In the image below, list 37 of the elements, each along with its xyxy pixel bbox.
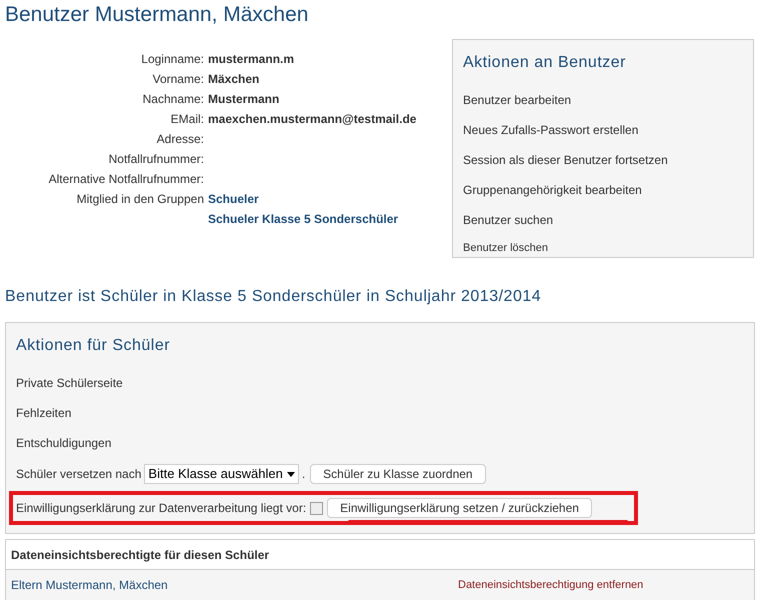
field-label: Vorname:: [152, 71, 204, 88]
field-value: Mustermann: [208, 91, 280, 108]
action-link[interactable]: Benutzer löschen: [463, 235, 743, 261]
action-link[interactable]: Benutzer suchen: [463, 205, 743, 235]
field-label: Mitglied in den Gruppen: [76, 191, 204, 208]
field-label: Loginname:: [140, 51, 204, 68]
separator-text: .: [302, 466, 306, 483]
student-action-link[interactable]: Private Schülerseite: [16, 368, 744, 398]
guardian-name: Eltern Mustermann, Mäxchen: [11, 577, 169, 594]
panel-title: Aktionen für Schüler: [16, 336, 172, 356]
group-link[interactable]: Schueler: [208, 190, 452, 208]
action-link[interactable]: Benutzer bearbeiten: [463, 85, 743, 115]
field-value: Mäxchen: [208, 71, 260, 88]
action-link[interactable]: Gruppenangehörigkeit bearbeiten: [463, 175, 743, 205]
page-title: Benutzer Mustermann, Mäxchen: [4, 2, 310, 28]
student-action-link[interactable]: Entschuldigungen: [16, 428, 744, 458]
remove-access-link[interactable]: Dateneinsichtsberechtigung entfernen: [458, 576, 644, 594]
field-label: Notfallrufnummer:: [108, 151, 204, 168]
action-link[interactable]: Neues Zufalls-Passwort erstellen: [463, 115, 743, 145]
action-link[interactable]: Session als dieser Benutzer fortsetzen: [463, 145, 743, 175]
panel-title: Aktionen an Benutzer: [463, 53, 627, 73]
class-select[interactable]: Bitte Klasse auswählen: [144, 464, 299, 484]
section-heading: Benutzer ist Schüler in Klasse 5 Sonderschüler in Schuljahr 2013/2014: [4, 287, 542, 307]
consent-checkbox[interactable]: [310, 502, 324, 514]
dropdown-icon: [286, 472, 295, 476]
field-value: maexchen.mustermann@testmail.de: [208, 111, 418, 128]
consent-button[interactable]: Einwilligungserklärung setzen / zurückziehen: [327, 498, 592, 518]
move-label: Schüler versetzen nach: [16, 466, 142, 483]
field-label: Adresse:: [156, 131, 204, 148]
group-link[interactable]: Schueler Klasse 5 Sonderschüler: [208, 210, 452, 228]
consent-label: Einwilligungserklärung zur Datenverarbeitung liegt vor:: [16, 500, 306, 517]
field-label: Alternative Notfallrufnummer:: [48, 171, 204, 188]
field-value: mustermann.m: [208, 51, 296, 68]
field-label: Nachname:: [142, 91, 204, 108]
field-label: EMail:: [170, 111, 204, 128]
student-action-link[interactable]: Fehlzeiten: [16, 398, 744, 428]
assign-class-button[interactable]: Schüler zu Klasse zuordnen: [310, 464, 486, 484]
